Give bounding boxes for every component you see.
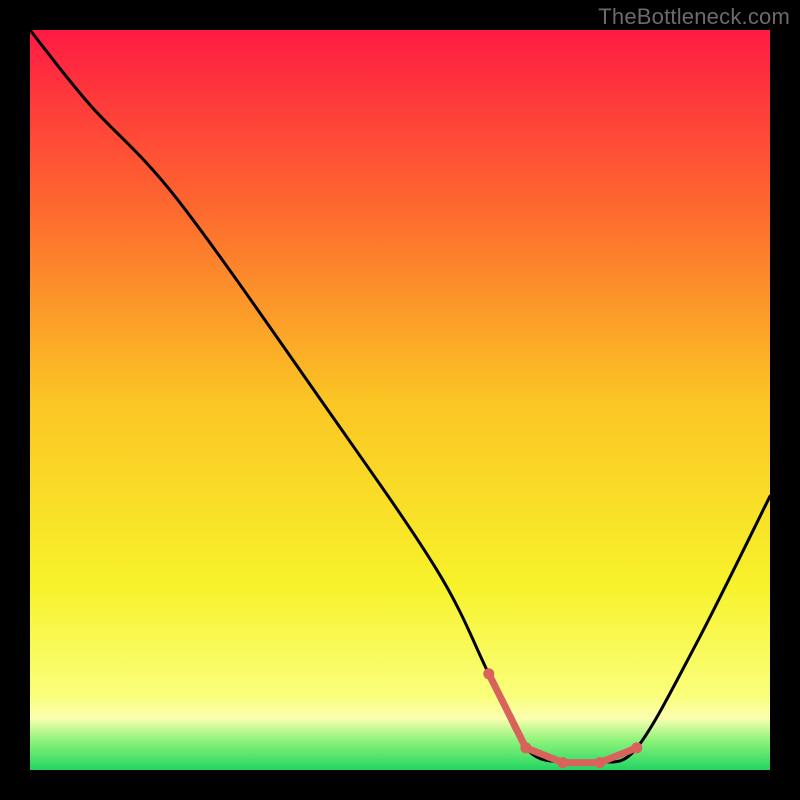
bottleneck-curve-layer <box>30 30 770 770</box>
chart-frame: TheBottleneck.com <box>0 0 800 800</box>
optimal-range-line <box>489 674 637 763</box>
plot-area <box>30 30 770 770</box>
bottleneck-curve <box>30 30 770 764</box>
watermark-text: TheBottleneck.com <box>598 4 790 30</box>
